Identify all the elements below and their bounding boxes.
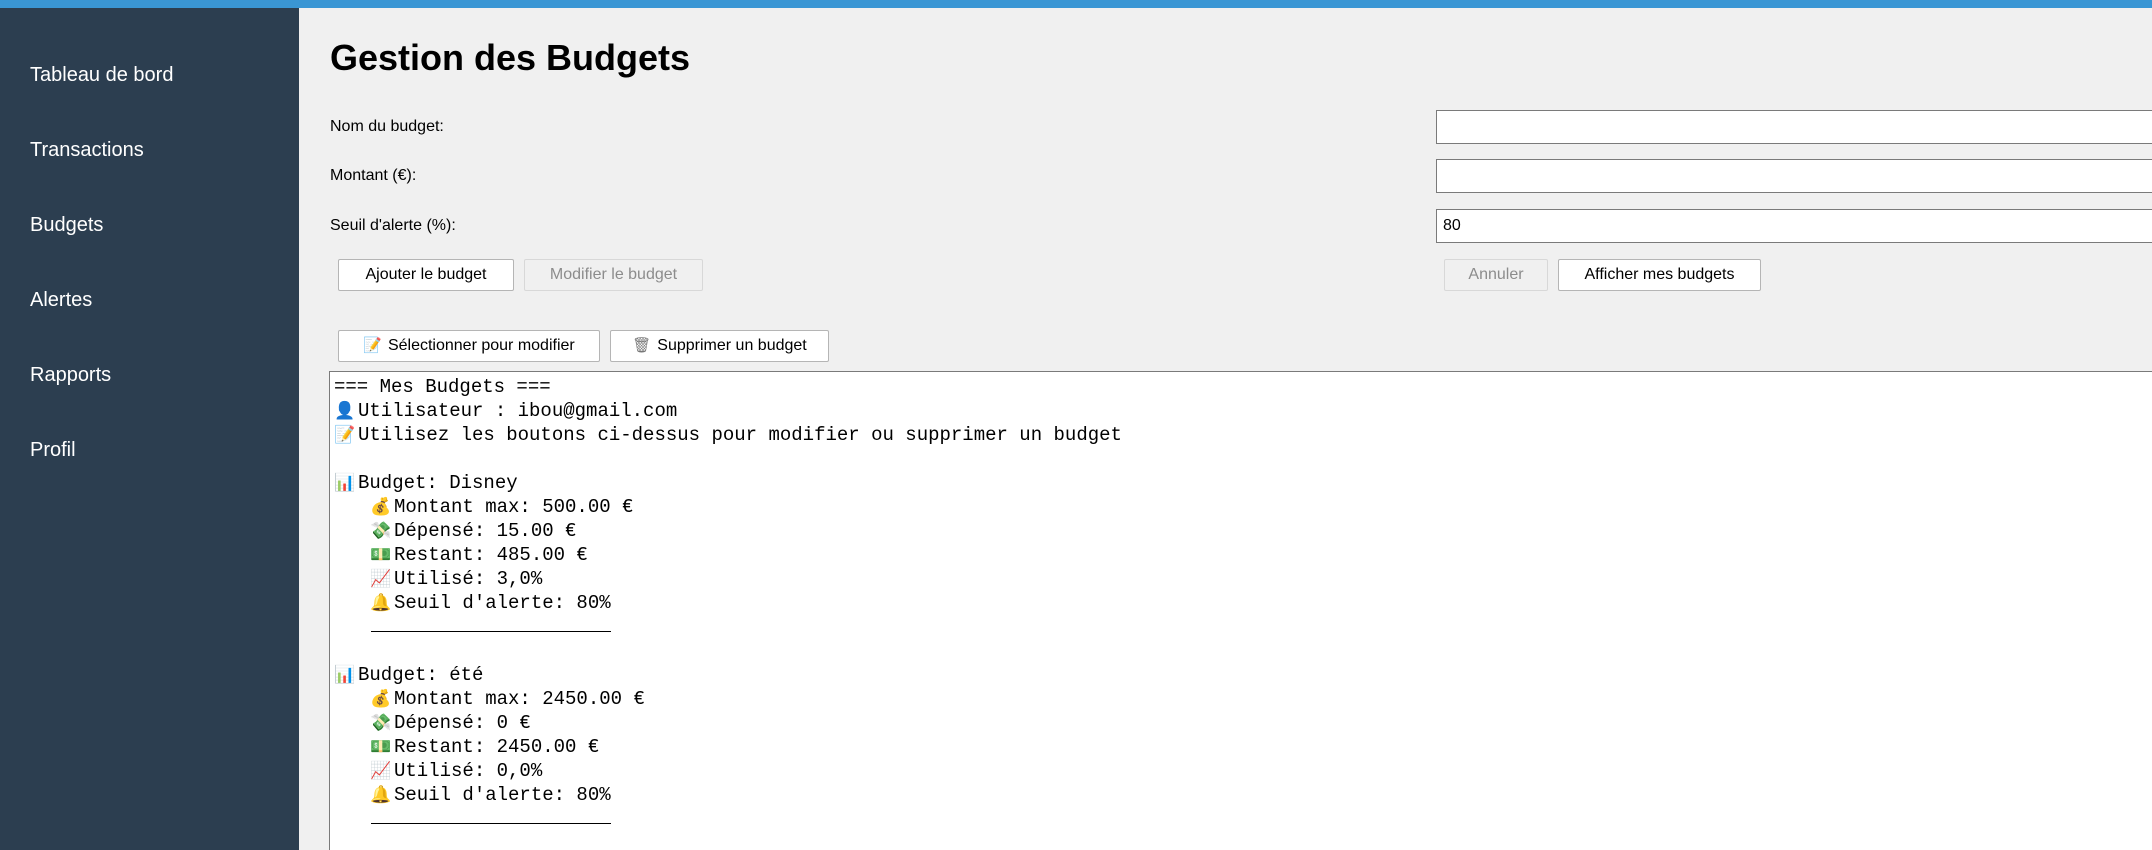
sidebar-item-profile[interactable]: Profil — [30, 438, 76, 462]
alert-threshold-label: Seuil d'alerte (%): — [330, 217, 456, 234]
banknote-icon: 💵 — [370, 737, 392, 757]
delete-budget-label: Supprimer un budget — [657, 337, 807, 354]
bell-icon: 🔔 — [370, 785, 392, 805]
sidebar-item-alerts[interactable]: Alertes — [30, 288, 92, 312]
output-header: === Mes Budgets === — [334, 376, 551, 398]
sidebar-item-budgets[interactable]: Budgets — [30, 213, 103, 237]
bar-chart-icon: 📊 — [334, 665, 356, 685]
budget-remaining-line: 💵 Restant: 485.00 € — [370, 544, 588, 566]
budget-title: 📊 Budget: été — [334, 664, 484, 686]
separator-line — [371, 631, 611, 632]
select-to-modify-button[interactable]: 📝 Sélectionner pour modifier — [338, 330, 600, 362]
budget-spent-line: 💸 Dépensé: 0 € — [370, 712, 531, 734]
money-bag-icon: 💰 — [370, 497, 392, 517]
budget-remaining-line: 💵 Restant: 2450.00 € — [370, 736, 600, 758]
bar-chart-icon: 📊 — [334, 473, 356, 493]
separator-line — [371, 823, 611, 824]
budget-threshold-line: 🔔 Seuil d'alerte: 80% — [370, 784, 611, 806]
user-icon: 👤 — [334, 401, 356, 421]
bell-icon: 🔔 — [370, 593, 392, 613]
sidebar-item-reports[interactable]: Rapports — [30, 363, 111, 387]
money-wings-icon: 💸 — [370, 713, 392, 733]
trash-icon: 🗑 — [632, 337, 652, 354]
page-title: Gestion des Budgets — [330, 37, 691, 78]
cancel-button[interactable]: Annuler — [1444, 259, 1548, 291]
modify-budget-button[interactable]: Modifier le budget — [524, 259, 703, 291]
budgets-output-textarea[interactable]: === Mes Budgets === 👤 Utilisateur : ibou@… — [329, 371, 2152, 850]
output-hint-line: 📝 Utilisez les boutons ci-dessus pour mod… — [334, 424, 1122, 446]
budget-used-line: 📈 Utilisé: 3,0% — [370, 568, 543, 590]
chart-increasing-icon: 📈 — [370, 569, 392, 589]
alert-threshold-input[interactable] — [1436, 209, 2152, 243]
delete-budget-button[interactable]: 🗑 Supprimer un budget — [610, 330, 829, 362]
top-accent-bar — [0, 0, 2152, 8]
memo-icon: 📝 — [334, 425, 356, 445]
budget-used-line: 📈 Utilisé: 0,0% — [370, 760, 543, 782]
sidebar-item-transactions[interactable]: Transactions — [30, 138, 144, 162]
sidebar-item-dashboard[interactable]: Tableau de bord — [30, 63, 173, 87]
budget-spent-line: 💸 Dépensé: 15.00 € — [370, 520, 577, 542]
budget-amount-input[interactable] — [1436, 159, 2152, 193]
budget-max-line: 💰 Montant max: 2450.00 € — [370, 688, 645, 710]
money-wings-icon: 💸 — [370, 521, 392, 541]
budget-name-label: Nom du budget: — [330, 118, 444, 135]
memo-icon: 📝 — [363, 337, 382, 354]
banknote-icon: 💵 — [370, 545, 392, 565]
chart-increasing-icon: 📈 — [370, 761, 392, 781]
select-to-modify-label: Sélectionner pour modifier — [387, 337, 575, 354]
budget-amount-label: Montant (€): — [330, 167, 417, 184]
output-user-line: 👤 Utilisateur : ibou@gmail.com — [334, 400, 678, 422]
budget-name-input[interactable] — [1436, 110, 2152, 144]
sidebar: Tableau de bord Transactions Budgets Ale… — [0, 8, 299, 850]
budget-title: 📊 Budget: Disney — [334, 472, 518, 494]
money-bag-icon: 💰 — [370, 689, 392, 709]
budget-max-line: 💰 Montant max: 500.00 € — [370, 496, 634, 518]
budget-threshold-line: 🔔 Seuil d'alerte: 80% — [370, 592, 611, 614]
add-budget-button[interactable]: Ajouter le budget — [338, 259, 514, 291]
show-budgets-button[interactable]: Afficher mes budgets — [1558, 259, 1761, 291]
